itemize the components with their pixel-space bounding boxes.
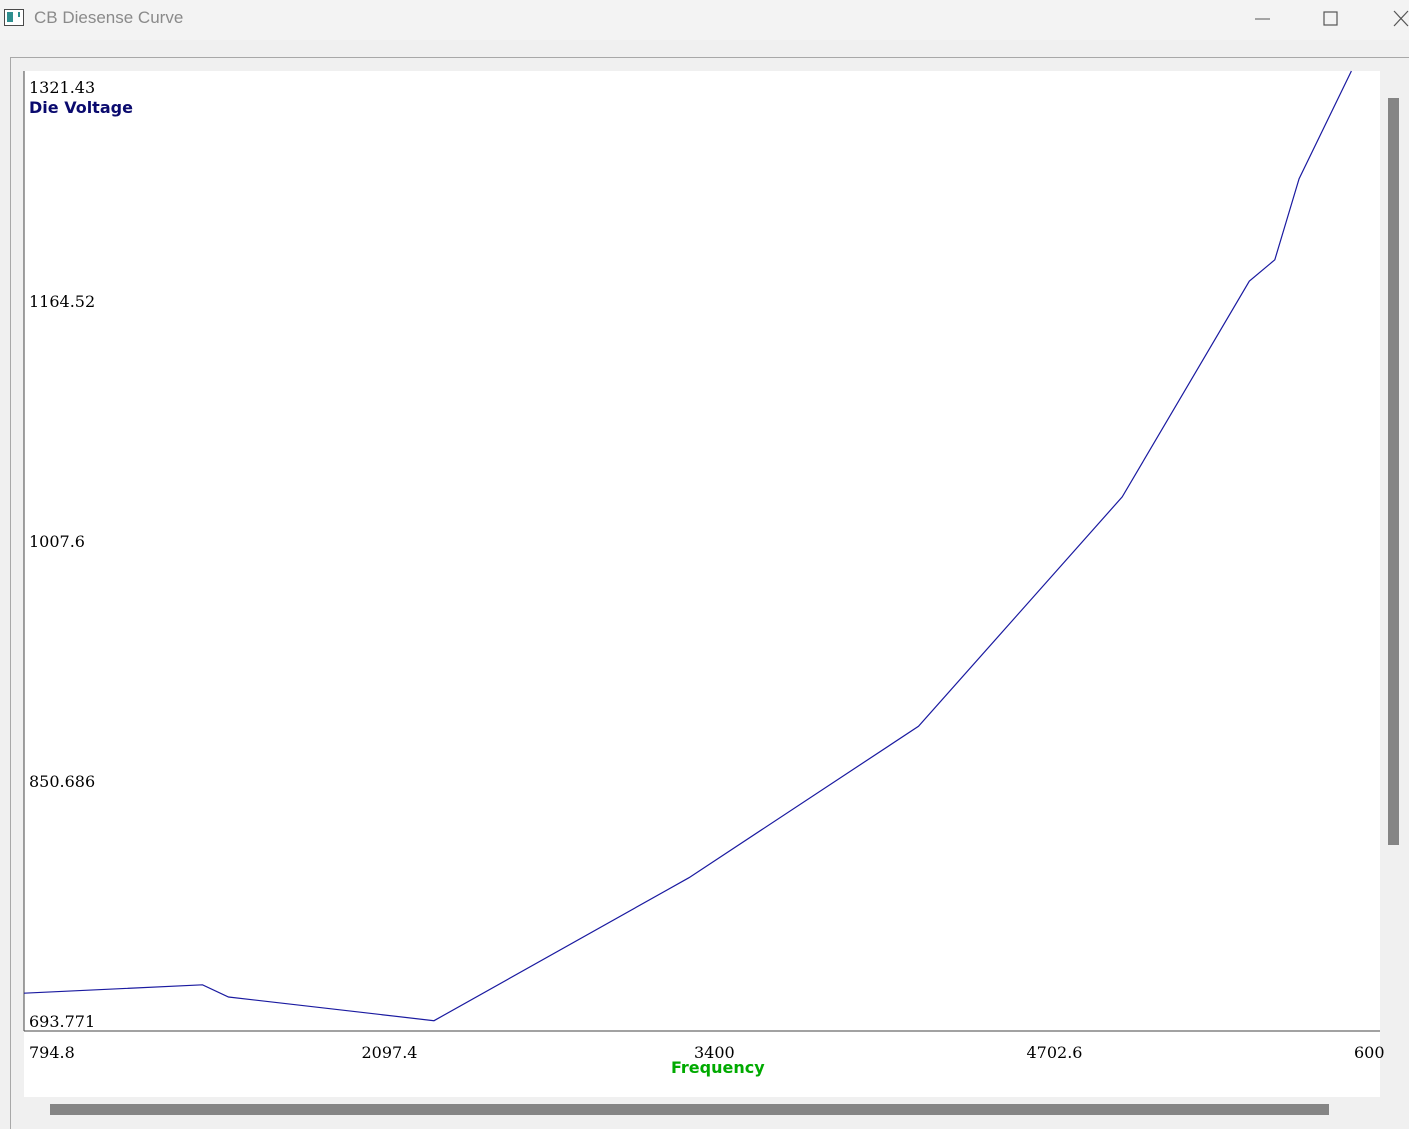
y-tick-label: 850.686 xyxy=(29,772,95,791)
x-axis-title: Frequency xyxy=(671,1058,765,1077)
x-tick-label: 600 xyxy=(1354,1043,1385,1062)
x-tick-label: 2097.4 xyxy=(362,1043,418,1062)
x-tick-label: 4702.6 xyxy=(1027,1043,1083,1062)
series-group xyxy=(23,70,1352,1022)
y-tick-label: 693.771 xyxy=(29,1012,95,1031)
x-tick-label: 794.8 xyxy=(29,1043,75,1062)
y-tick-labels: 693.771 850.686 1007.6 1164.52 1321.43 xyxy=(29,78,95,1031)
chart: 693.771 850.686 1007.6 1164.52 1321.43 794.8… xyxy=(23,70,1385,1077)
y-axis-title: Die Voltage xyxy=(29,98,133,117)
y-tick-label: 1321.43 xyxy=(29,78,95,97)
series-line xyxy=(23,70,1352,1022)
y-tick-label: 1164.52 xyxy=(29,292,95,311)
y-tick-label: 1007.6 xyxy=(29,532,85,551)
